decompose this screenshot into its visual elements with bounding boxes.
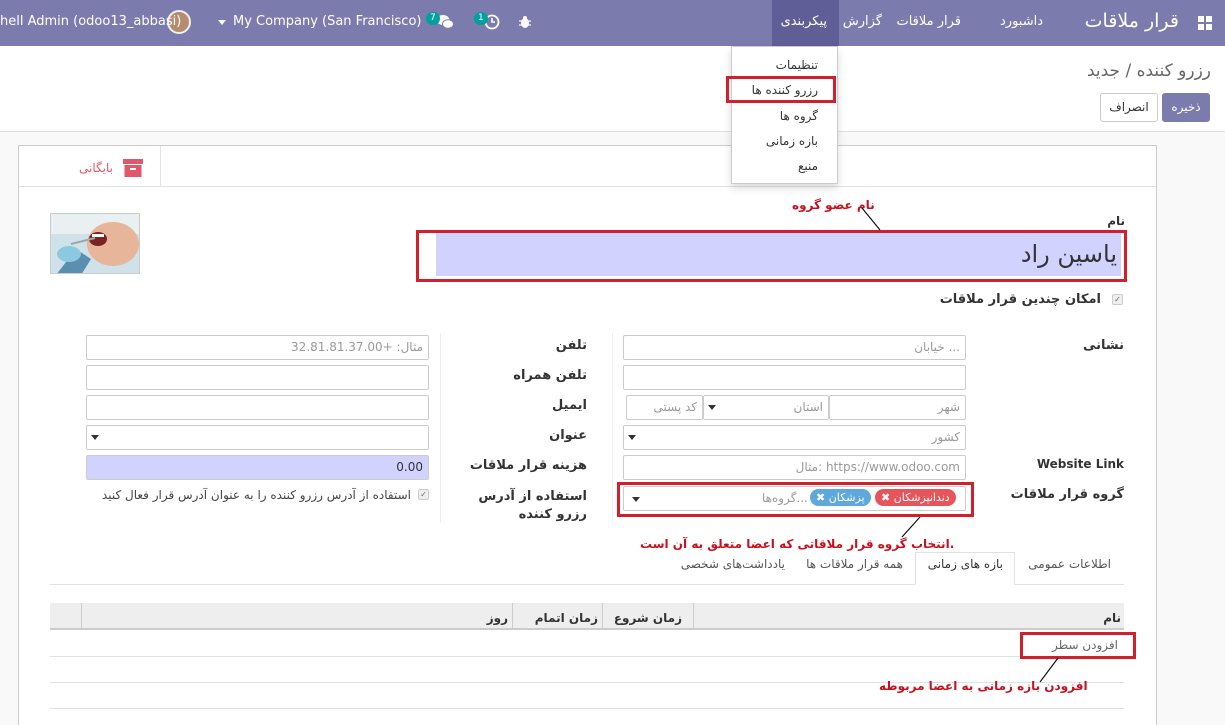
group-annotation-text: انتخاب گروه قرار ملاقاتی که اعضا متعلق ب… <box>640 537 955 551</box>
nav-menu-configuration[interactable]: پیکربندی <box>781 14 827 29</box>
column-separator-2 <box>440 333 441 523</box>
top-navbar: قرار ملاقات داشبورد قرار ملاقات گزارش پی… <box>0 0 1225 46</box>
email-label: ایمیل <box>552 398 587 413</box>
title-label: عنوان <box>549 428 587 443</box>
bug-icon[interactable] <box>519 15 531 29</box>
dentist-photo[interactable] <box>50 213 140 274</box>
table-row-line <box>50 708 1124 709</box>
multi-booking-checkbox[interactable]: ✓ <box>1112 294 1123 305</box>
user-menu[interactable]: hell Admin (odoo13_abbasi) <box>0 14 181 29</box>
table-row-line <box>50 656 1124 657</box>
table-col-sep <box>512 603 513 630</box>
menu-item-groups[interactable]: گروه ها <box>780 109 818 123</box>
discard-button[interactable]: انصراف <box>1100 93 1158 122</box>
use-address-text: استفاده از آدرس رزرو کننده را به عنوان آ… <box>101 488 411 502</box>
use-address-checkbox[interactable]: ✓ <box>418 489 429 500</box>
fee-label: هزینه قرار ملاقات <box>469 458 587 473</box>
group-annotation-arrow-icon <box>901 516 921 538</box>
fee-input[interactable]: 0.00 <box>86 455 429 480</box>
menu-item-time-slots[interactable]: بازه زمانی <box>766 134 818 148</box>
email-input[interactable] <box>86 395 429 420</box>
address-label: نشانی <box>1082 338 1124 353</box>
multi-booking-label: امکان چندین قرار ملاقات <box>939 292 1101 307</box>
mobile-input[interactable] <box>86 365 429 390</box>
mobile-label: تلفن همراه <box>513 368 587 383</box>
menu-item-settings[interactable]: تنظیمات <box>776 58 818 72</box>
messages-count-badge: 7 <box>426 12 440 25</box>
tab-time-slots[interactable]: بازه های زمانی <box>928 557 1003 571</box>
table-col-sep <box>602 603 603 630</box>
app-title: قرار ملاقات <box>1084 10 1179 32</box>
tab-general-info[interactable]: اطلاعات عمومی <box>1028 557 1111 571</box>
save-button[interactable]: ذخیره <box>1162 93 1210 122</box>
add-line-annotation-box <box>1020 632 1136 659</box>
column-header-end-time[interactable]: زمان اتمام <box>535 611 598 625</box>
column-header-start-time[interactable]: زمان شروع <box>614 611 682 625</box>
use-address-label: استفاده از آدرس رزرو کننده <box>478 489 587 522</box>
column-header-name[interactable]: نام <box>1103 611 1121 625</box>
country-caret-icon <box>628 435 636 440</box>
tab-all-appointments[interactable]: همه قرار ملاقات ها <box>806 557 903 571</box>
apps-grid-icon[interactable] <box>1198 16 1212 30</box>
archive-button[interactable]: بایگانی <box>79 161 113 175</box>
phone-input[interactable]: مثال: +32.81.81.37.00 <box>86 335 429 360</box>
activities-count-badge: 1 <box>474 12 488 25</box>
table-col-sep <box>693 603 694 630</box>
nav-menu-reporting[interactable]: گزارش <box>843 14 882 29</box>
street2-input[interactable] <box>623 365 966 390</box>
button-box-divider <box>19 186 1156 187</box>
name-annotation-arrow-icon <box>861 207 881 231</box>
column-separator <box>612 333 613 523</box>
street-input[interactable]: خیابان ... <box>623 335 966 360</box>
city-input[interactable]: شهر <box>829 395 966 420</box>
nav-menu-dashboard[interactable]: داشبورد <box>1000 14 1043 29</box>
table-col-sep <box>81 603 82 630</box>
bookers-annotation-box <box>726 76 836 103</box>
archive-box-icon[interactable] <box>123 159 143 177</box>
nav-menu-appointments[interactable]: قرار ملاقات <box>896 14 961 29</box>
menu-item-resources[interactable]: منبع <box>798 159 818 173</box>
button-box-separator <box>160 146 161 186</box>
state-select[interactable]: استان <box>703 395 829 420</box>
state-caret-icon <box>708 405 716 410</box>
breadcrumb[interactable]: رزرو کننده / جدید <box>1087 61 1211 81</box>
column-header-day[interactable]: روز <box>487 611 508 625</box>
phone-label: تلفن <box>555 338 587 353</box>
tab-personal-notes[interactable]: یادداشت‌های شخصی <box>681 557 785 571</box>
title-caret-icon <box>91 435 99 440</box>
name-label: نام <box>1107 214 1125 228</box>
appointment-group-label: گروه قرار ملاقات <box>1010 487 1124 502</box>
country-select[interactable]: کشور <box>623 425 966 450</box>
company-dropdown-caret-icon <box>218 20 226 25</box>
website-input[interactable]: مثال: https://www.odoo.com <box>623 455 966 480</box>
add-line-annotation-arrow-icon <box>1039 657 1059 683</box>
title-select[interactable] <box>86 425 429 450</box>
zip-input[interactable]: کد پستی <box>626 395 703 420</box>
website-label: Website Link <box>1036 457 1124 471</box>
name-annotation-box <box>416 230 1127 282</box>
group-annotation-box <box>617 482 974 517</box>
company-switcher[interactable]: My Company (San Francisco) <box>233 14 421 29</box>
